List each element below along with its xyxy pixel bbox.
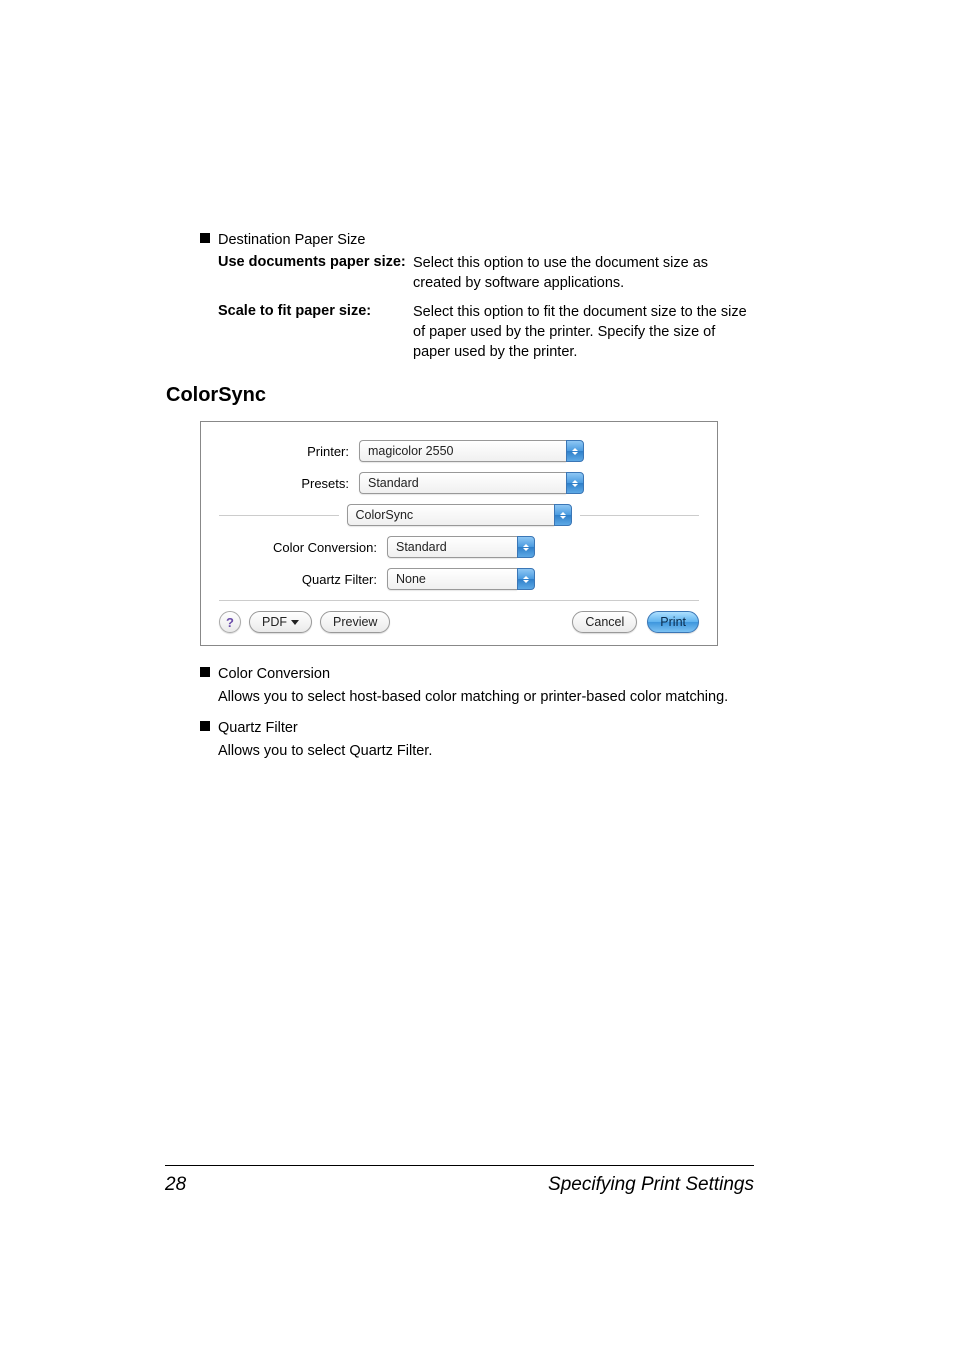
- label-printer: Printer:: [219, 444, 359, 459]
- select-quartz-filter[interactable]: None: [387, 568, 535, 590]
- bullet-quartz-filter: Quartz Filter: [200, 718, 755, 738]
- pdf-button-label: PDF: [262, 615, 287, 629]
- divider: [219, 600, 699, 601]
- select-pane-value: ColorSync: [347, 504, 554, 526]
- bullet-color-conversion: Color Conversion: [200, 664, 755, 684]
- select-quartz-filter-value: None: [387, 568, 517, 590]
- select-color-conversion[interactable]: Standard: [387, 536, 535, 558]
- definition-term-2: Scale to fit paper size:: [218, 303, 413, 319]
- chevron-updown-icon: [566, 440, 584, 462]
- below-title-2: Quartz Filter: [218, 718, 298, 738]
- footer-title: Specifying Print Settings: [548, 1174, 754, 1196]
- square-bullet-icon: [200, 233, 210, 243]
- row-color-conversion: Color Conversion: Standard: [219, 536, 699, 558]
- select-pane[interactable]: ColorSync: [347, 504, 572, 526]
- below-desc-2: Allows you to select Quartz Filter.: [218, 742, 755, 762]
- row-quartz-filter: Quartz Filter: None: [219, 568, 699, 590]
- select-presets-value: Standard: [359, 472, 566, 494]
- definition-row-1: Use documents paper size: Select this op…: [218, 254, 755, 293]
- definition-desc-2: Select this option to fit the document s…: [413, 303, 755, 362]
- print-button[interactable]: Print: [647, 611, 699, 633]
- preview-button[interactable]: Preview: [320, 611, 390, 633]
- pdf-button[interactable]: PDF: [249, 611, 312, 633]
- definition-heading: Destination Paper Size: [218, 230, 366, 250]
- footer-rule: [165, 1165, 754, 1166]
- bullet-destination-paper-size: Destination Paper Size: [200, 230, 755, 250]
- section-heading-colorsync: ColorSync: [166, 384, 755, 407]
- square-bullet-icon: [200, 667, 210, 677]
- select-printer-value: magicolor 2550: [359, 440, 566, 462]
- select-printer[interactable]: magicolor 2550: [359, 440, 584, 462]
- help-button[interactable]: ?: [219, 611, 241, 633]
- pane-row: ColorSync: [219, 504, 699, 526]
- definition-row-2: Scale to fit paper size: Select this opt…: [218, 303, 755, 362]
- below-desc-1: Allows you to select host-based color ma…: [218, 688, 755, 708]
- definition-desc-1: Select this option to use the document s…: [413, 254, 755, 293]
- chevron-updown-icon: [517, 568, 535, 590]
- dialog-footer: ? PDF Preview Cancel Print: [219, 611, 699, 633]
- select-presets[interactable]: Standard: [359, 472, 584, 494]
- row-printer: Printer: magicolor 2550: [219, 440, 699, 462]
- chevron-updown-icon: [554, 504, 572, 526]
- label-color-conversion: Color Conversion:: [219, 540, 387, 555]
- label-presets: Presets:: [219, 476, 359, 491]
- chevron-updown-icon: [566, 472, 584, 494]
- below-title-1: Color Conversion: [218, 664, 330, 684]
- cancel-button[interactable]: Cancel: [572, 611, 637, 633]
- row-presets: Presets: Standard: [219, 472, 699, 494]
- triangle-down-icon: [291, 620, 299, 625]
- page-number: 28: [165, 1174, 186, 1196]
- square-bullet-icon: [200, 721, 210, 731]
- chevron-updown-icon: [517, 536, 535, 558]
- page-footer: 28 Specifying Print Settings: [165, 1165, 754, 1196]
- label-quartz-filter: Quartz Filter:: [219, 572, 387, 587]
- print-dialog: Printer: magicolor 2550 Presets: Standar…: [200, 421, 718, 646]
- select-color-conversion-value: Standard: [387, 536, 517, 558]
- definition-term-1: Use documents paper size:: [218, 254, 413, 270]
